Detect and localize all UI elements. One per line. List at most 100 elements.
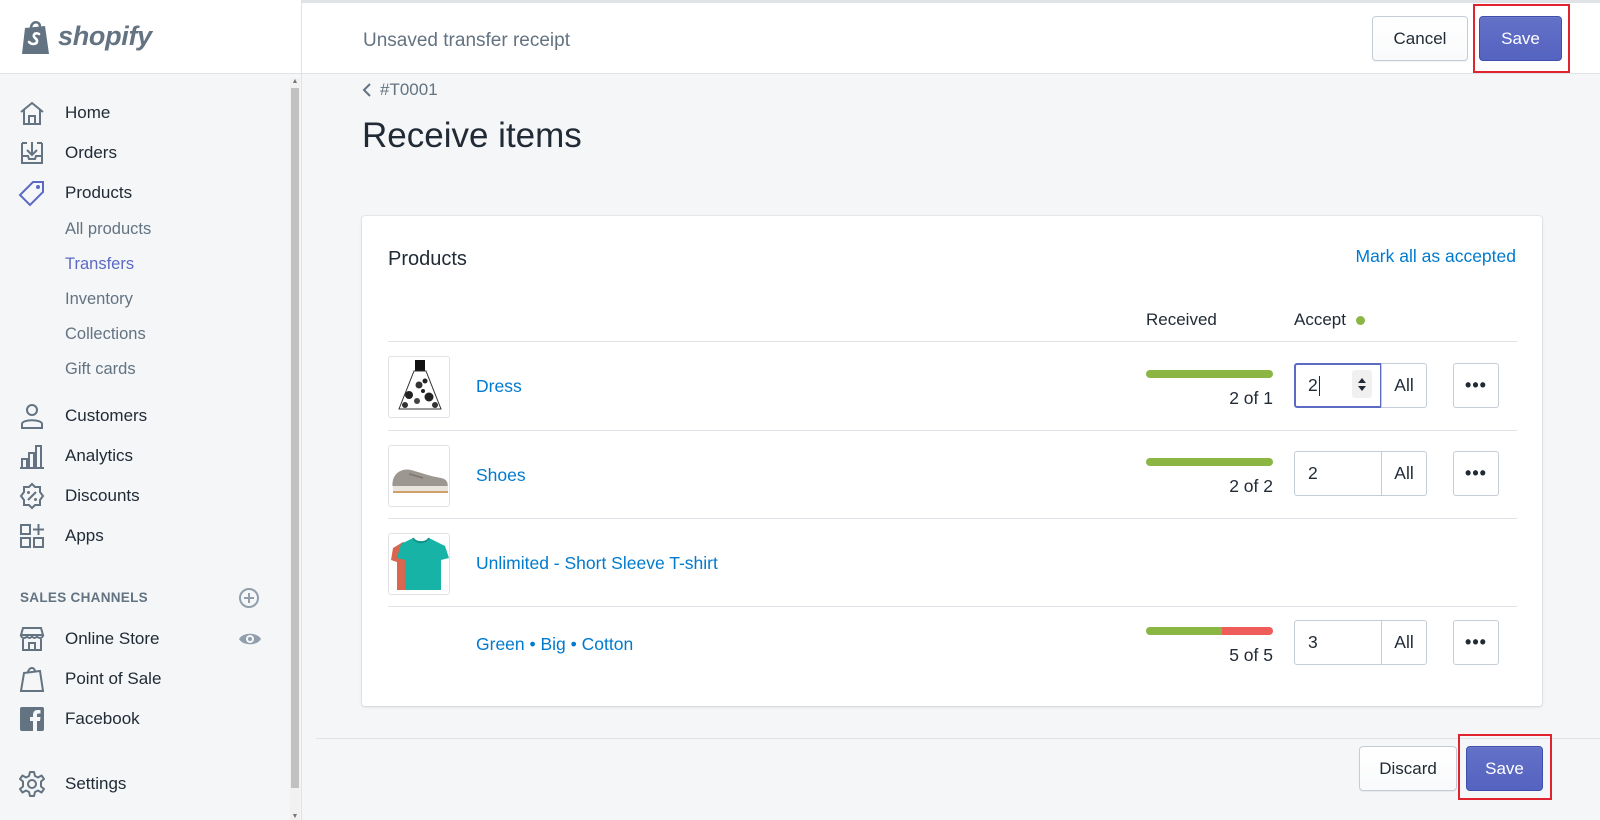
sidebar-item-settings[interactable]: Settings [0,764,288,804]
sidebar-item-orders[interactable]: Orders [0,133,288,173]
logo[interactable]: shopify [0,0,301,74]
sidebar-subitem-inventory[interactable]: Inventory [65,290,133,309]
row-divider [388,341,1517,342]
sidebar-item-label: Analytics [65,446,134,465]
eye-icon[interactable] [238,629,262,649]
sidebar-subitem-gift-cards[interactable]: Gift cards [65,360,136,379]
ellipsis-icon: ••• [1465,463,1487,483]
sidebar: shopify Home Orders Products All product… [0,0,302,820]
progress-accepted-segment [1146,370,1273,378]
product-link-tshirt[interactable]: Unlimited - Short Sleeve T-shirt [476,553,718,574]
sidebar-item-products[interactable]: Products [0,173,288,213]
shoes-image-icon [392,469,448,493]
sidebar-item-label: Apps [65,526,104,545]
more-actions-button[interactable]: ••• [1453,451,1499,496]
sidebar-item-online-store[interactable]: Online Store [0,619,230,659]
sidebar-item-label: Facebook [65,709,140,728]
save-highlight-box [1473,4,1570,73]
ellipsis-icon: ••• [1465,632,1487,652]
sidebar-item-home[interactable]: Home [0,93,288,133]
shoes-thumbnail [388,445,450,507]
received-progress-bar [1146,370,1273,378]
scroll-down-arrow-icon[interactable]: ▼ [291,813,299,820]
sidebar-item-point-of-sale[interactable]: Point of Sale [0,659,288,699]
mark-all-accepted-link[interactable]: Mark all as accepted [1356,246,1517,267]
sidebar-item-analytics[interactable]: Analytics [0,436,288,476]
topbar-title: Unsaved transfer receipt [363,30,570,51]
tshirt-image-icon [391,537,449,590]
sidebar-item-label: Point of Sale [65,669,162,688]
cancel-button[interactable]: Cancel [1372,16,1468,61]
sidebar-subitem-all-products[interactable]: All products [65,220,151,239]
facebook-icon [20,707,44,731]
scroll-up-arrow-icon[interactable]: ▲ [291,78,299,85]
sidebar-item-label: Home [65,103,111,122]
chevron-left-icon [362,83,371,97]
row-divider [388,606,1517,607]
accept-quantity-input[interactable]: 2 [1294,363,1382,408]
page-title: Receive items [362,116,582,155]
scroll-thumb[interactable] [291,88,299,788]
breadcrumb-label: #T0001 [380,80,438,99]
shopify-bag-icon [22,20,49,54]
discard-button[interactable]: Discard [1359,746,1457,791]
pos-icon [19,667,45,692]
sales-channels-title: SALES CHANNELS [20,590,148,605]
sidebar-item-customers[interactable]: Customers [0,396,288,436]
sidebar-scrollbar[interactable]: ▲ ▼ [290,78,300,820]
logo-text: shopify [58,21,152,51]
row-divider [388,430,1517,431]
sidebar-subitem-collections[interactable]: Collections [65,325,146,344]
sidebar-item-label: Discounts [65,486,140,505]
accept-quantity-value: 3 [1308,632,1318,652]
progress-rejected-segment [1222,627,1273,635]
sidebar-item-apps[interactable]: Apps [0,516,288,556]
quantity-stepper[interactable] [1352,370,1372,398]
main-content: #T0001 Receive items Products Mark all a… [302,74,1600,820]
gear-icon [19,771,45,797]
tshirt-thumbnail [388,533,450,595]
apps-icon [20,524,44,548]
store-icon [19,627,45,651]
more-actions-button[interactable]: ••• [1453,620,1499,665]
text-cursor [1318,376,1320,397]
accept-all-button[interactable]: All [1381,451,1427,496]
dress-image-icon [398,360,442,410]
step-down-icon[interactable] [1358,385,1366,391]
accept-all-button[interactable]: All [1381,620,1427,665]
analytics-icon [20,445,44,469]
sidebar-item-discounts[interactable]: Discounts [0,476,288,516]
step-up-icon[interactable] [1358,377,1366,383]
accept-all-button[interactable]: All [1381,363,1427,408]
received-progress-bar [1146,458,1273,466]
accept-quantity-input[interactable]: 2 [1294,451,1382,496]
card-title: Products [388,248,467,270]
received-count: 2 of 2 [1229,476,1273,496]
sidebar-item-label: Orders [65,143,117,162]
received-count: 2 of 1 [1229,388,1273,408]
customer-icon [21,404,43,429]
sidebar-item-label: Settings [65,774,127,793]
accept-quantity-input[interactable]: 3 [1294,620,1382,665]
progress-accepted-segment [1146,458,1273,466]
status-dot-icon [1355,316,1365,326]
ellipsis-icon: ••• [1465,375,1487,395]
topbar: Unsaved transfer receipt Cancel Save [302,0,1600,74]
product-link-shoes[interactable]: Shoes [476,465,526,486]
add-channel-icon[interactable] [238,587,260,609]
received-column-header: Received [1146,310,1217,329]
more-actions-button[interactable]: ••• [1453,363,1499,408]
home-icon [20,101,44,125]
sidebar-subitem-transfers[interactable]: Transfers [65,255,134,274]
accept-quantity-value: 2 [1308,375,1318,395]
sidebar-item-facebook[interactable]: Facebook [0,699,288,739]
product-link-dress[interactable]: Dress [476,376,522,397]
orders-icon [21,142,43,164]
products-card: Products Mark all as accepted Received A… [362,216,1542,706]
accept-quantity-value: 2 [1308,463,1318,483]
variant-link-green-big-cotton[interactable]: Green • Big • Cotton [476,634,633,655]
dress-thumbnail [388,356,450,418]
received-count: 5 of 5 [1229,645,1273,665]
progress-accepted-segment [1146,627,1223,635]
breadcrumb[interactable]: #T0001 [362,80,438,100]
